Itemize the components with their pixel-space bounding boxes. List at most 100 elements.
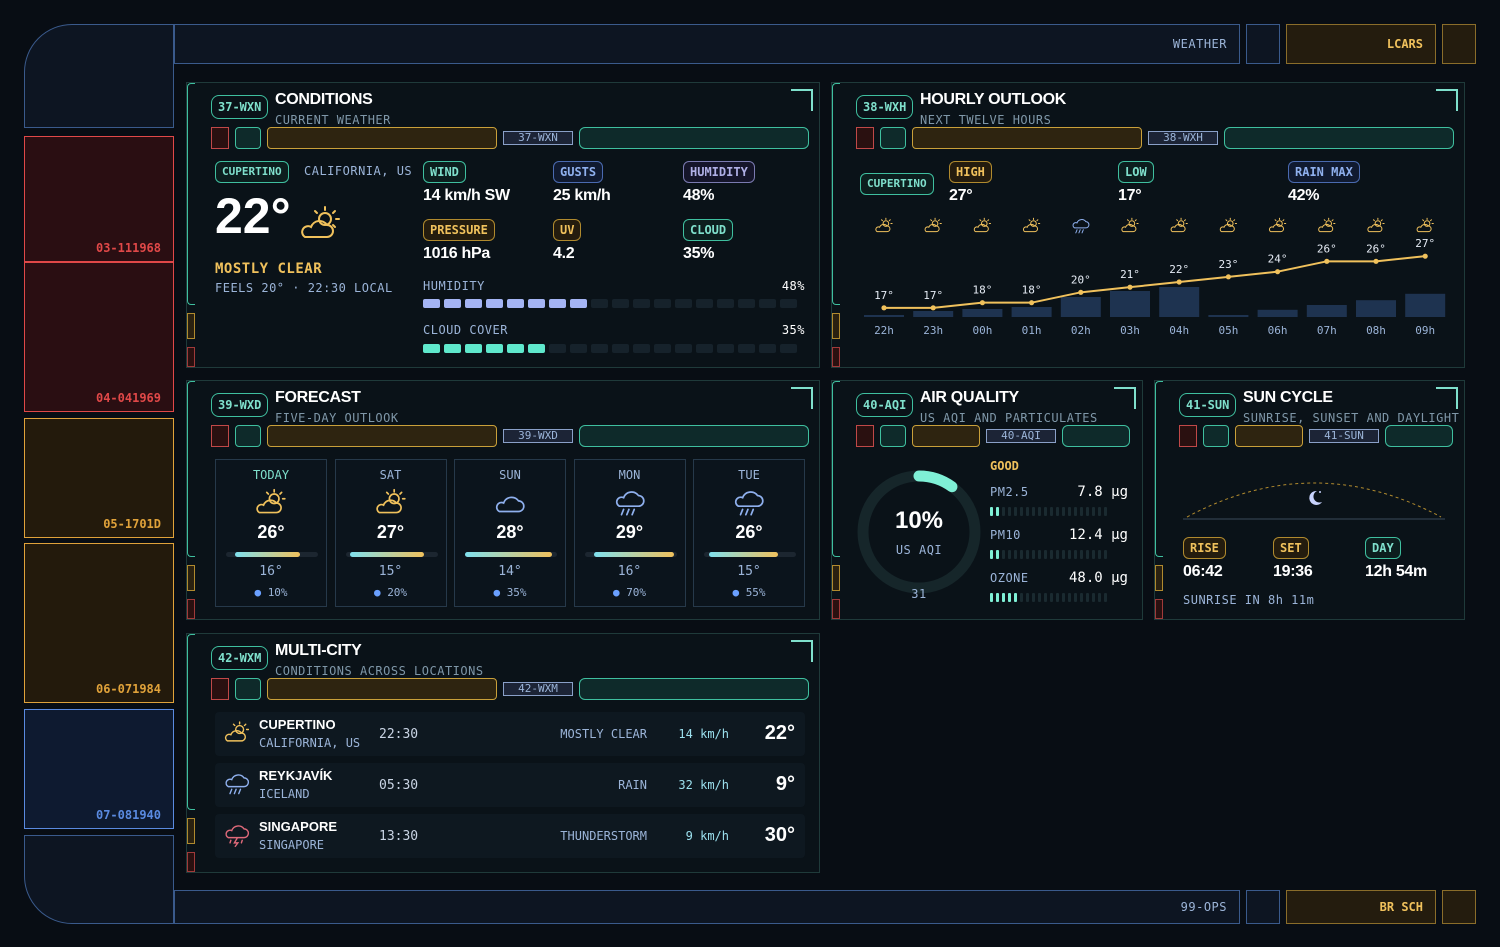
bar-segment: [1038, 550, 1041, 559]
city-row[interactable]: REYKJAVÍK ICELAND 05:30 RAIN 32 km/h 9°: [215, 763, 805, 807]
toolbar-teal-bar[interactable]: [579, 127, 809, 149]
toolbar-teal-bar[interactable]: [1224, 127, 1454, 149]
temp-range-bar: [465, 552, 557, 557]
cloud-bar-label: CLOUD COVER: [423, 323, 508, 337]
toolbar-gold-bar[interactable]: [1235, 425, 1303, 447]
hour-label: 22h: [874, 324, 894, 337]
bar-segment: [1104, 593, 1107, 602]
bar-segment: [1038, 507, 1041, 516]
city-temp: 9°: [775, 773, 795, 795]
header-button[interactable]: [1246, 24, 1280, 64]
toolbar-teal-button[interactable]: [1203, 425, 1229, 447]
toolbar-gold-bar[interactable]: [912, 425, 980, 447]
city-name: CUPERTINO: [259, 717, 336, 732]
footer-gold-button[interactable]: [1442, 890, 1476, 924]
bar-segment: [1008, 550, 1011, 559]
bar-segment: [486, 344, 503, 353]
forecast-day-card[interactable]: TODAY 26° 16° ● 10%: [215, 459, 327, 607]
sidebar-tile[interactable]: 07-081940: [24, 709, 174, 829]
brsch-button[interactable]: BR SCH: [1286, 890, 1436, 924]
rain-max-value: 42%: [1288, 187, 1320, 204]
forecast-day-card[interactable]: TUE 26° 15° ● 55%: [693, 459, 805, 607]
toolbar-gold-bar[interactable]: [267, 127, 497, 149]
sidebar-tile[interactable]: 04-041969: [24, 262, 174, 412]
bar-segment: [1020, 507, 1023, 516]
temp-label: 21°: [1120, 268, 1140, 281]
toolbar-teal-button[interactable]: [235, 127, 261, 149]
bar-segment: [1014, 507, 1017, 516]
day-tag: DAY: [1365, 537, 1401, 559]
city-row[interactable]: SINGAPORE SINGAPORE 13:30 THUNDERSTORM 9…: [215, 814, 805, 858]
panel-code: 39-WXD: [211, 393, 269, 417]
bar-segment: [444, 299, 461, 308]
city-badge: CUPERTINO: [860, 173, 934, 195]
day-name: SUN: [499, 468, 521, 482]
panel-title: CONDITIONS: [275, 91, 373, 108]
bar-segment: [1086, 593, 1089, 602]
toolbar-red-button[interactable]: [856, 425, 874, 447]
panel-title: SUN CYCLE: [1243, 389, 1333, 406]
lcars-button[interactable]: LCARS: [1286, 24, 1436, 64]
toolbar-red-button[interactable]: [856, 127, 874, 149]
conditions-panel: 37-WXN CONDITIONS CURRENT WEATHER 37-WXN…: [186, 82, 820, 368]
footer-code: 99-OPS: [1180, 900, 1227, 914]
forecast-day-card[interactable]: SAT 27° 15° ● 20%: [334, 459, 447, 607]
bar-segment: [1056, 507, 1059, 516]
toolbar-teal-bar[interactable]: [579, 425, 809, 447]
raindrop-icon: ●: [493, 586, 501, 599]
bar-segment: [507, 299, 524, 308]
city-row[interactable]: CUPERTINO CALIFORNIA, US 22:30 MOSTLY CL…: [215, 712, 805, 756]
sidebar-tile[interactable]: 03-111968: [24, 136, 174, 262]
precip-chance: ● 55%: [694, 586, 804, 599]
toolbar-red-button[interactable]: [211, 127, 229, 149]
footer-button[interactable]: [1246, 890, 1280, 924]
corner-bracket: [791, 89, 813, 111]
toolbar-gold-bar[interactable]: [912, 127, 1142, 149]
precip-bar: [864, 315, 904, 317]
toolbar-teal-bar[interactable]: [579, 678, 809, 700]
toolbar-teal-button[interactable]: [235, 425, 261, 447]
temp-point: [1422, 253, 1428, 259]
bar-segment: [423, 299, 440, 308]
bar-segment: [675, 299, 692, 308]
bar-segment: [1014, 550, 1017, 559]
bar-segment: [1104, 507, 1107, 516]
toolbar-gold-bar[interactable]: [267, 425, 497, 447]
precip-chance: ● 20%: [336, 586, 446, 599]
bar-segment: [654, 344, 671, 353]
city-wind: 32 km/h: [678, 778, 729, 792]
set-tag: SET: [1273, 537, 1309, 559]
precip-bar: [1110, 291, 1150, 317]
toolbar-gold-bar[interactable]: [267, 678, 497, 700]
toolbar-red-button[interactable]: [1179, 425, 1197, 447]
aqi-index: 31: [911, 587, 927, 601]
city-condition: THUNDERSTORM: [560, 829, 647, 843]
bar-segment: [1008, 593, 1011, 602]
toolbar-teal-bar[interactable]: [1385, 425, 1453, 447]
day-value: 12h 54m: [1365, 563, 1427, 580]
forecast-day-card[interactable]: MON 29° 16° ● 70%: [573, 459, 686, 607]
precip-value: 55%: [745, 586, 766, 599]
toolbar-code: 42-WXM: [503, 682, 573, 696]
sidebar-tile[interactable]: 06-071984: [24, 543, 174, 703]
toolbar-teal-button[interactable]: [880, 425, 906, 447]
forecast-day-card[interactable]: SUN 28° 14° ● 35%: [454, 459, 566, 607]
bar-segment: [1062, 550, 1065, 559]
toolbar-teal-bar[interactable]: [1062, 425, 1130, 447]
toolbar-red-button[interactable]: [211, 425, 229, 447]
toolbar-red-button[interactable]: [211, 678, 229, 700]
toolbar-teal-button[interactable]: [235, 678, 261, 700]
temp-point: [1127, 284, 1133, 290]
lcars-label: LCARS: [1386, 37, 1423, 51]
bar-segment: [1104, 550, 1107, 559]
frame-elbow-bottom: [24, 835, 174, 924]
hour-label: 08h: [1366, 324, 1386, 337]
sidebar-tile[interactable]: 05-1701D: [24, 418, 174, 538]
partly-cloudy-icon: [336, 488, 446, 520]
header-gold-button[interactable]: [1442, 24, 1476, 64]
temp-range-fill: [593, 552, 674, 557]
city-wind: 14 km/h: [678, 727, 729, 741]
toolbar-teal-button[interactable]: [880, 127, 906, 149]
aqi-status: GOOD: [990, 459, 1019, 473]
city-temp: 30°: [764, 824, 795, 846]
